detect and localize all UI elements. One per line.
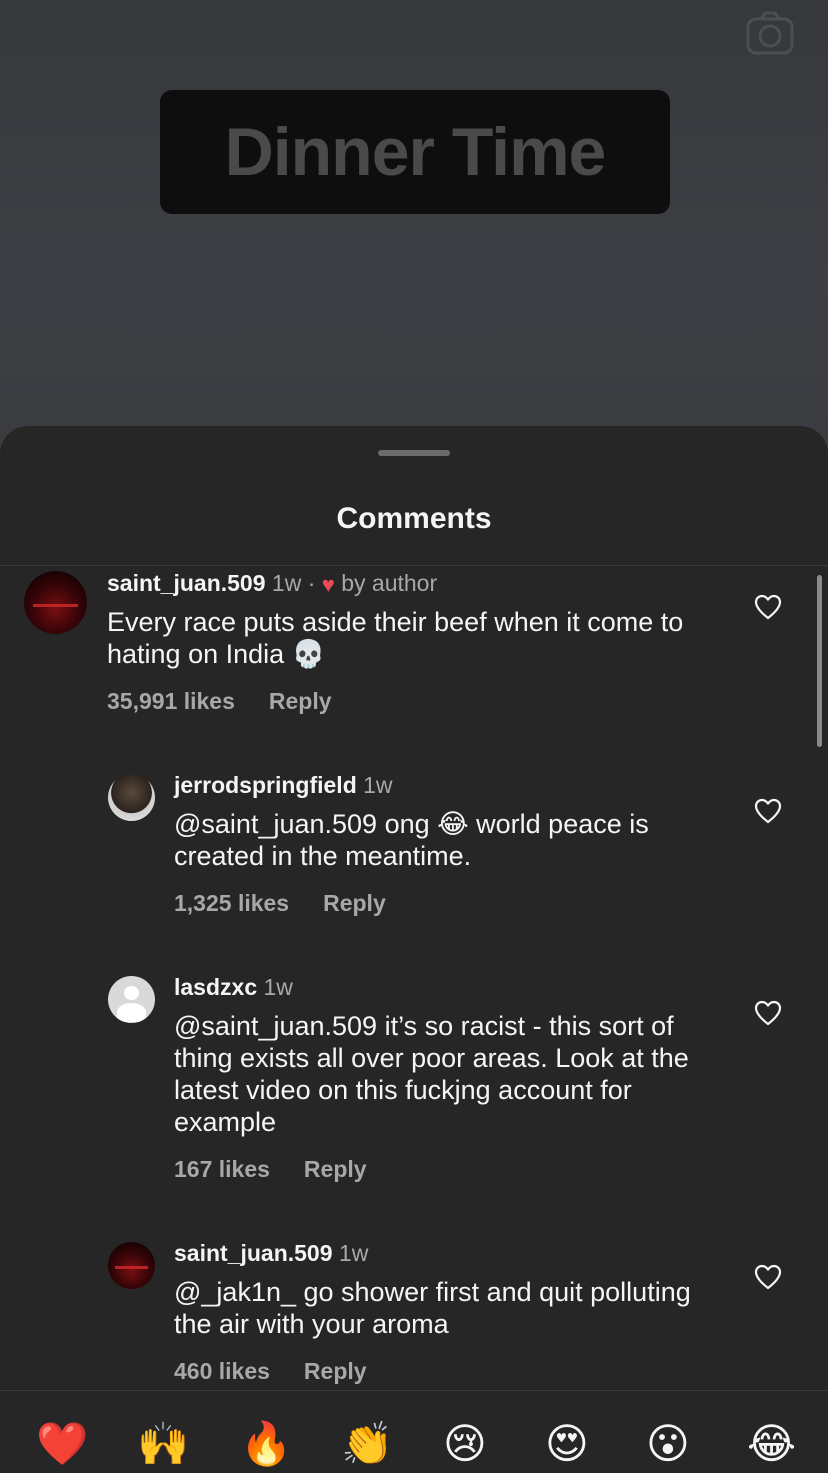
comment-text: Every race puts aside their beef when it… xyxy=(107,607,684,669)
mention-link[interactable]: @saint_juan.509 xyxy=(174,1011,377,1041)
emoji-reaction-bar: ❤️ 🙌 🔥 👏 😢 😍 😮 😂 xyxy=(0,1391,828,1473)
comment-meta: saint_juan.509 1w xyxy=(174,1240,368,1267)
comment-actions: 1,325 likes Reply xyxy=(174,890,386,917)
likes-count[interactable]: 1,325 likes xyxy=(174,890,289,916)
comment-text: @saint_juan.509 it’s so racist - this so… xyxy=(174,1010,719,1138)
comment-actions: 167 likes Reply xyxy=(174,1156,367,1183)
sheet-grabber[interactable] xyxy=(378,450,450,456)
comment-time: 1w xyxy=(363,772,393,798)
likes-count[interactable]: 35,991 likes xyxy=(107,688,235,714)
comment-actions: 35,991 likes Reply xyxy=(107,688,332,715)
like-heart-icon[interactable] xyxy=(754,798,782,824)
comment-username[interactable]: saint_juan.509 xyxy=(174,1240,333,1266)
scrollbar[interactable] xyxy=(817,575,822,747)
by-author-label: by author xyxy=(341,570,438,596)
reply-button[interactable]: Reply xyxy=(304,1358,367,1384)
avatar[interactable] xyxy=(24,571,87,634)
comment-time: 1w xyxy=(263,974,293,1000)
mention-link[interactable]: @_jak1n_ xyxy=(174,1277,296,1307)
sheet-title: Comments xyxy=(336,502,492,535)
comment-time: 1w xyxy=(338,1240,369,1266)
comment-username[interactable]: lasdzxc xyxy=(174,974,257,1000)
comment-meta: saint_juan.509 1w · ♥ by author xyxy=(107,570,437,598)
avatar[interactable] xyxy=(108,774,155,821)
reply-button[interactable]: Reply xyxy=(304,1156,367,1182)
comment-actions: 460 likes Reply xyxy=(174,1358,367,1385)
meta-separator: · xyxy=(307,570,316,596)
like-heart-icon[interactable] xyxy=(754,594,782,620)
camera-icon xyxy=(746,11,794,55)
comment-text: @saint_juan.509 ong 😂 world peace is cre… xyxy=(174,808,719,872)
header-divider xyxy=(0,565,828,566)
likes-count[interactable]: 167 likes xyxy=(174,1156,270,1182)
comment-meta: lasdzxc 1w xyxy=(174,974,293,1001)
comment-text: @_jak1n_ go shower first and quit pollut… xyxy=(174,1276,719,1340)
emoji-surprised[interactable]: 😮 xyxy=(646,1421,690,1467)
avatar[interactable] xyxy=(108,1242,155,1289)
comments-sheet: Comments saint_juan.509 1w · ♥ by author… xyxy=(0,426,828,1473)
author-heart-icon: ♥ xyxy=(321,572,335,597)
emoji-fire[interactable]: 🔥 xyxy=(240,1421,292,1467)
emoji-heart[interactable]: ❤️ xyxy=(36,1421,88,1467)
camera-button[interactable] xyxy=(746,10,794,56)
emoji-crying[interactable]: 😢 xyxy=(443,1421,487,1467)
emoji-clapping[interactable]: 👏 xyxy=(341,1421,393,1467)
comment-username[interactable]: saint_juan.509 xyxy=(107,570,266,596)
avatar[interactable] xyxy=(108,976,155,1023)
likes-count[interactable]: 460 likes xyxy=(174,1358,270,1384)
video-background: Dinner Time xyxy=(0,0,828,460)
comment-time: 1w xyxy=(271,570,302,596)
video-overlay-title: Dinner Time xyxy=(160,90,670,214)
like-heart-icon[interactable] xyxy=(754,1000,782,1026)
comment-username[interactable]: jerrodspringfield xyxy=(174,772,357,798)
emoji-heart-eyes[interactable]: 😍 xyxy=(545,1421,589,1467)
mention-link[interactable]: @saint_juan.509 xyxy=(174,809,377,839)
like-heart-icon[interactable] xyxy=(754,1264,782,1290)
emoji-laughing[interactable]: 😂 xyxy=(747,1421,796,1467)
reply-button[interactable]: Reply xyxy=(323,890,386,916)
emoji-raising-hands[interactable]: 🙌 xyxy=(137,1421,189,1467)
comment-meta: jerrodspringfield 1w xyxy=(174,772,393,799)
reply-button[interactable]: Reply xyxy=(269,688,332,714)
